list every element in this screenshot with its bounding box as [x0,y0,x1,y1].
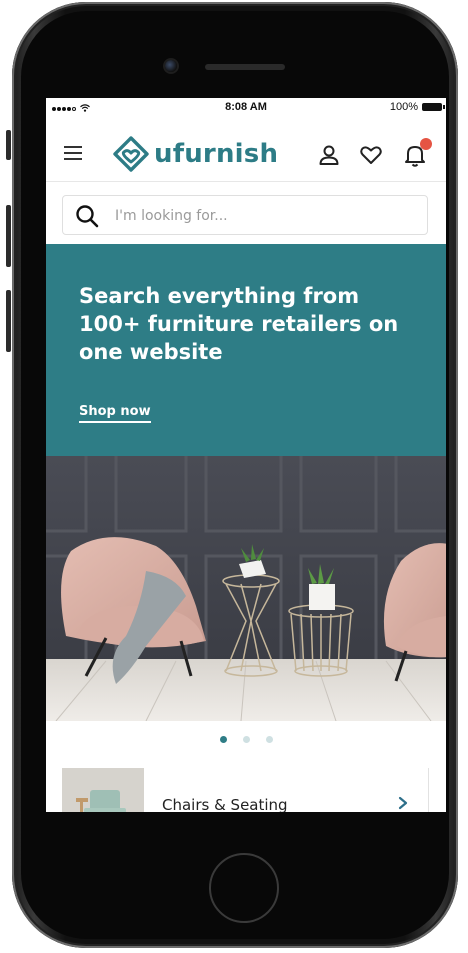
search-icon[interactable] [75,204,99,228]
carousel-indicator [46,736,446,750]
brand-logo[interactable]: ufurnish [112,135,278,173]
search-bar [62,195,428,236]
living-room-illustration [46,456,446,721]
chevron-right-icon[interactable] [398,796,408,810]
battery-icon [422,103,445,111]
carousel-dot[interactable] [242,736,250,743]
volume-up-button [6,205,11,267]
battery-percent: 100% [389,101,418,113]
category-item-chairs[interactable]: Chairs & Seating [62,768,429,812]
status-bar: 8:08 AM 100% [46,98,446,120]
volume-down-button [6,290,11,352]
hero-banner: Search everything from 100+ furniture re… [46,244,446,456]
status-time: 8:08 AM [225,101,267,113]
home-button[interactable] [209,853,279,923]
brand-name: ufurnish [154,139,279,169]
hero-title: Search everything from 100+ furniture re… [79,284,399,364]
carousel-dot[interactable] [265,736,273,743]
mute-switch [6,130,11,160]
hero-image[interactable] [46,456,446,721]
search-input[interactable] [113,196,417,236]
earpiece-speaker [205,64,285,70]
logo-mark-icon [113,136,149,172]
shop-now-link[interactable]: Shop now [79,404,151,423]
screen: 8:08 AM 100% ufurnish I'm looking for...… [46,98,446,812]
category-label: Chairs & Seating [162,796,288,812]
front-camera [165,60,177,72]
heart-icon[interactable] [358,142,384,168]
category-thumbnail [62,768,144,812]
battery-status: 100% [389,101,445,113]
notification-badge [420,138,432,150]
carousel-dot[interactable] [219,736,227,743]
menu-icon[interactable] [64,146,82,160]
stage: 8:08 AM 100% ufurnish I'm looking for...… [0,0,468,953]
user-icon[interactable] [316,142,342,168]
app-header: ufurnish [46,120,446,182]
